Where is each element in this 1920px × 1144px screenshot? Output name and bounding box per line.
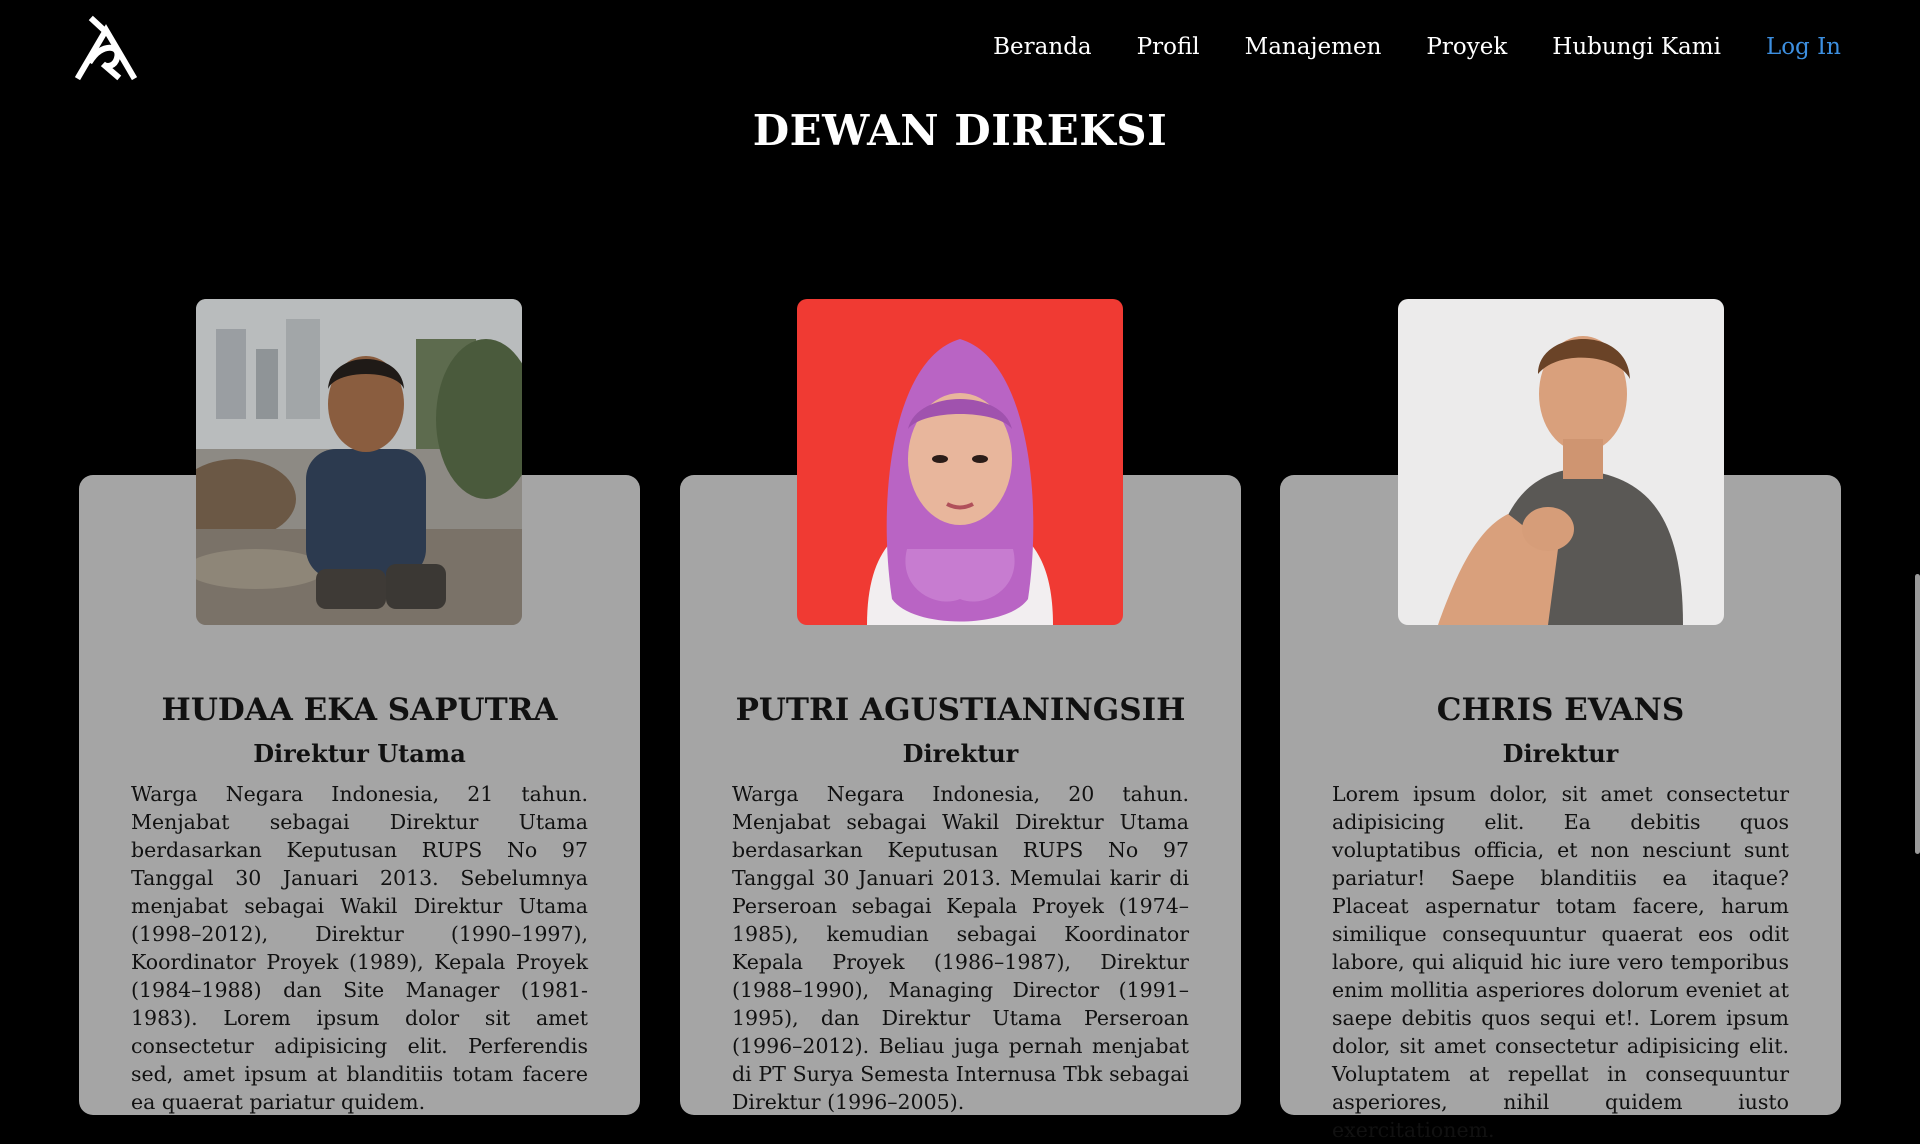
nav-link-manajemen[interactable]: Manajemen: [1245, 34, 1382, 60]
director-role: Direktur Utama: [253, 739, 466, 768]
director-bio: Warga Negara Indonesia, 21 tahun. Menjab…: [131, 782, 588, 1114]
nav-menu: Beranda Profil Manajemen Proyek Hubungi …: [948, 34, 1841, 60]
director-name: PUTRI AGUSTIANINGSIH: [735, 692, 1186, 728]
director-bio: Warga Negara Indonesia, 20 tahun. Menjab…: [732, 782, 1189, 1114]
director-photo: [1398, 299, 1724, 625]
director-photo: [196, 299, 522, 625]
director-photo: [797, 299, 1123, 625]
page-scrollbar[interactable]: [1915, 574, 1920, 854]
director-name: HUDAA EKA SAPUTRA: [161, 692, 558, 728]
section-title: DEWAN DIREKSI: [752, 106, 1168, 155]
director-role: Direktur: [902, 739, 1019, 768]
nav-link-hubungi-kami[interactable]: Hubungi Kami: [1552, 34, 1721, 60]
nav-link-profil[interactable]: Profil: [1137, 34, 1200, 60]
director-name: CHRIS EVANS: [1436, 692, 1685, 728]
company-logo[interactable]: [73, 14, 143, 82]
nav-link-proyek[interactable]: Proyek: [1426, 34, 1507, 60]
director-bio: Lorem ipsum dolor, sit amet consectetur …: [1332, 782, 1789, 1142]
navbar: Beranda Profil Manajemen Proyek Hubungi …: [0, 0, 1920, 106]
nav-link-beranda[interactable]: Beranda: [993, 34, 1091, 60]
director-role: Direktur: [1502, 739, 1619, 768]
login-link[interactable]: Log In: [1766, 34, 1841, 60]
